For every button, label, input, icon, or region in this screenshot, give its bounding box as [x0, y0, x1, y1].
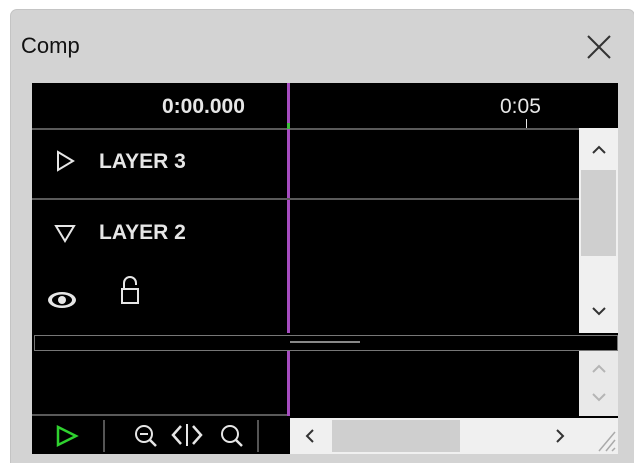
toolbar-divider [257, 420, 259, 452]
chevron-left-icon[interactable] [302, 428, 318, 444]
scrollbar-thumb[interactable] [581, 170, 616, 256]
layer-row[interactable]: LAYER 2 [32, 200, 287, 333]
chevron-up-icon[interactable] [591, 142, 607, 158]
resize-grip[interactable] [579, 418, 618, 454]
triangle-right-icon[interactable] [54, 150, 76, 172]
layer-label: LAYER 3 [99, 150, 186, 173]
playhead-line-lower [287, 351, 290, 416]
vertical-scrollbar[interactable] [579, 128, 618, 333]
chevron-right-icon[interactable] [552, 428, 568, 444]
panel-title: Comp [21, 33, 80, 58]
chevron-down-icon[interactable] [591, 303, 607, 319]
resize-grip-icon [598, 431, 616, 452]
splitter-grip[interactable] [290, 341, 360, 343]
zoom-icon[interactable] [218, 416, 246, 454]
zoom-out-icon[interactable] [132, 416, 160, 454]
toolbar-divider [103, 420, 105, 452]
triangle-down-icon[interactable] [54, 222, 76, 244]
scrollbar-thumb[interactable] [332, 420, 460, 452]
unlock-icon[interactable] [120, 276, 140, 306]
eye-icon[interactable] [46, 290, 78, 310]
fit-width-icon[interactable] [170, 416, 204, 454]
play-icon[interactable] [54, 416, 80, 454]
chevron-down-icon [592, 393, 606, 402]
vertical-scrollbar-lower [579, 351, 618, 416]
timeline-area: 0:00.000 0:05 LAYER 3 LAYER 2 [32, 83, 618, 454]
layer-row[interactable]: LAYER 3 [32, 128, 287, 198]
close-icon[interactable] [585, 33, 613, 61]
layer-label: LAYER 2 [99, 221, 186, 244]
splitter-handle[interactable] [34, 335, 618, 351]
horizontal-scrollbar[interactable] [290, 418, 579, 454]
ruler-tick [526, 119, 527, 128]
current-time[interactable]: 0:00.000 [162, 95, 245, 119]
track-area[interactable] [290, 83, 579, 454]
playhead-marker [287, 123, 290, 129]
ruler-label: 0:05 [500, 95, 541, 118]
chevron-up-icon [592, 364, 606, 373]
